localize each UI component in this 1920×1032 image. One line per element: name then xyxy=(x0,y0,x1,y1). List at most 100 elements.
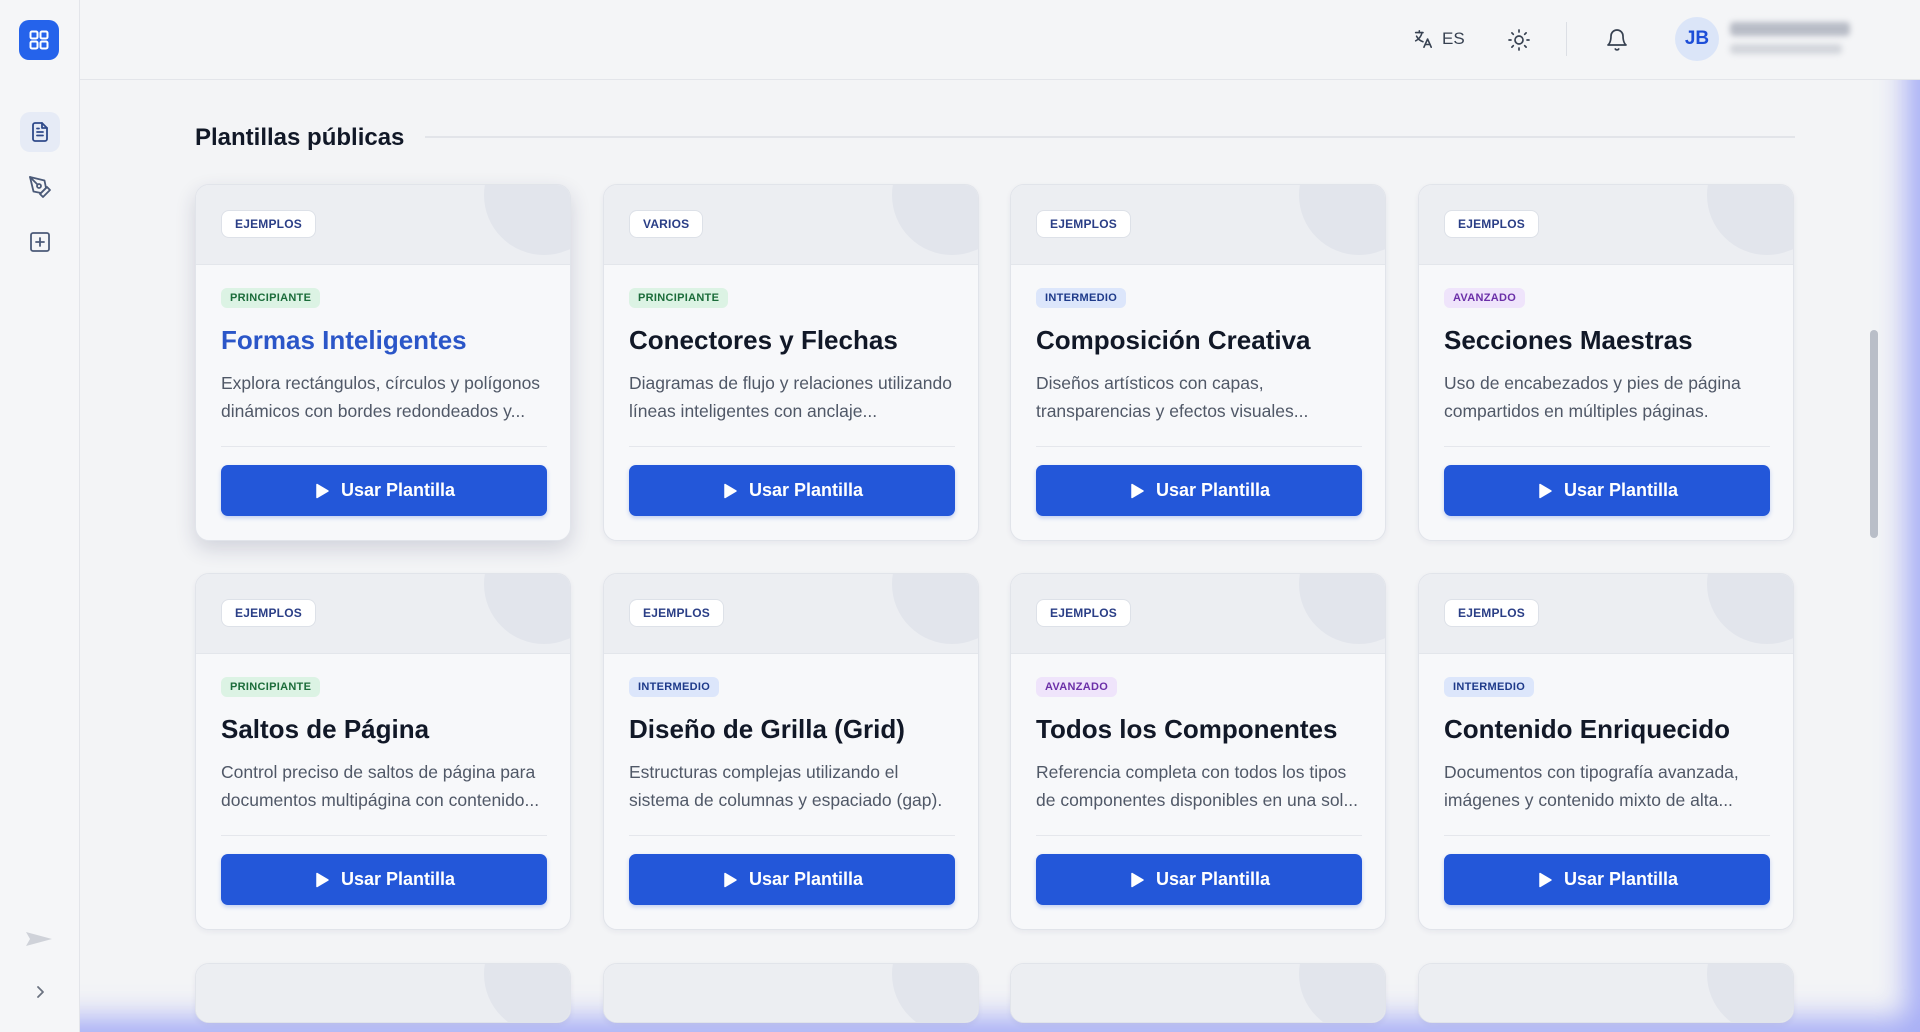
section-divider xyxy=(425,136,1795,138)
decorative-circle xyxy=(484,574,570,644)
use-template-label: Usar Plantilla xyxy=(1155,480,1271,500)
card-header: EJEMPLOS xyxy=(1419,574,1793,654)
card-header: EJEMPLOS xyxy=(196,185,570,265)
decorative-circle xyxy=(1707,574,1793,644)
template-card[interactable]: EJEMPLOS INTERMEDIO Composición Creativa… xyxy=(1010,184,1386,541)
card-description-line: documentos multipágina con contenido... xyxy=(221,790,540,810)
send-icon[interactable] xyxy=(24,928,54,950)
card-title[interactable]: Formas Inteligentes xyxy=(221,325,467,356)
app-logo[interactable] xyxy=(19,20,59,60)
template-card[interactable]: VARIOS PRINCIPIANTE Conectores y Flechas… xyxy=(603,184,979,541)
use-template-button[interactable]: Usar Plantilla xyxy=(1036,465,1362,516)
card-header: EJEMPLOS xyxy=(1011,185,1385,265)
play-icon xyxy=(316,872,329,887)
card-title[interactable]: Contenido Enriquecido xyxy=(1444,714,1730,745)
card-description: Control preciso de saltos de página para… xyxy=(221,758,547,814)
sidebar-item-documents[interactable] xyxy=(20,112,60,152)
card-description-line: líneas inteligentes con anclaje... xyxy=(629,401,878,421)
decorative-circle xyxy=(1707,185,1793,255)
card-description-line: Control preciso de saltos de página para xyxy=(221,762,536,782)
card-description-line: Referencia completa con todos los tipos xyxy=(1036,762,1347,782)
decorative-circle xyxy=(892,185,978,255)
template-card-partial xyxy=(195,963,571,1023)
use-template-button[interactable]: Usar Plantilla xyxy=(629,465,955,516)
sun-icon[interactable] xyxy=(1507,28,1531,52)
level-badge: PRINCIPIANTE xyxy=(221,288,321,308)
user-info-redacted[interactable] xyxy=(1730,22,1850,54)
category-badge: EJEMPLOS xyxy=(1444,599,1539,627)
category-badge: EJEMPLOS xyxy=(629,599,724,627)
use-template-label: Usar Plantilla xyxy=(1563,480,1679,500)
card-description: Diseños artísticos con capas, transparen… xyxy=(1036,369,1362,425)
pen-tool-icon xyxy=(29,176,51,198)
decorative-circle xyxy=(1299,185,1385,255)
card-divider xyxy=(1444,446,1770,447)
use-template-button[interactable]: Usar Plantilla xyxy=(1444,465,1770,516)
card-title[interactable]: Conectores y Flechas xyxy=(629,325,898,356)
decorative-circle xyxy=(1299,574,1385,644)
template-card[interactable]: EJEMPLOS AVANZADO Todos los Componentes … xyxy=(1010,573,1386,930)
card-description: Referencia completa con todos los tipos … xyxy=(1036,758,1362,814)
use-template-label: Usar Plantilla xyxy=(1563,869,1679,889)
level-badge: INTERMEDIO xyxy=(1444,677,1535,697)
category-badge: VARIOS xyxy=(629,210,704,238)
card-description-line: dinámicos con bordes redondeados y... xyxy=(221,401,526,421)
card-description-line: Diseños artísticos con capas, xyxy=(1036,373,1264,393)
level-badge: PRINCIPIANTE xyxy=(629,288,729,308)
plus-square-icon xyxy=(30,232,50,252)
use-template-label: Usar Plantilla xyxy=(340,869,456,889)
language-switcher[interactable]: ES xyxy=(1412,28,1465,50)
sidebar xyxy=(0,0,80,1032)
decorative-circle xyxy=(892,574,978,644)
sidebar-item-new[interactable] xyxy=(20,222,60,262)
use-template-label: Usar Plantilla xyxy=(748,869,864,889)
template-card-partial xyxy=(1418,963,1794,1023)
level-badge: INTERMEDIO xyxy=(629,677,720,697)
card-description-line: imágenes y contenido mixto de alta... xyxy=(1444,790,1733,810)
play-icon xyxy=(1539,483,1552,498)
use-template-button[interactable]: Usar Plantilla xyxy=(1036,854,1362,905)
grid-icon xyxy=(29,30,49,50)
use-template-button[interactable]: Usar Plantilla xyxy=(629,854,955,905)
play-icon xyxy=(316,483,329,498)
card-title[interactable]: Diseño de Grilla (Grid) xyxy=(629,714,905,745)
use-template-button[interactable]: Usar Plantilla xyxy=(221,854,547,905)
template-card[interactable]: EJEMPLOS INTERMEDIO Contenido Enriquecid… xyxy=(1418,573,1794,930)
chevron-right-icon[interactable] xyxy=(30,982,50,1002)
card-description-line: Estructuras complejas utilizando el xyxy=(629,762,899,782)
card-divider xyxy=(1036,835,1362,836)
user-avatar[interactable]: JB xyxy=(1675,17,1719,61)
card-title[interactable]: Composición Creativa xyxy=(1036,325,1311,356)
category-badge: EJEMPLOS xyxy=(1036,210,1131,238)
document-icon xyxy=(32,122,48,142)
use-template-button[interactable]: Usar Plantilla xyxy=(1444,854,1770,905)
use-template-label: Usar Plantilla xyxy=(748,480,864,500)
card-title[interactable]: Secciones Maestras xyxy=(1444,325,1693,356)
card-divider xyxy=(1036,446,1362,447)
use-template-button[interactable]: Usar Plantilla xyxy=(221,465,547,516)
template-card[interactable]: EJEMPLOS INTERMEDIO Diseño de Grilla (Gr… xyxy=(603,573,979,930)
template-card[interactable]: EJEMPLOS PRINCIPIANTE Saltos de Página C… xyxy=(195,573,571,930)
card-description: Diagramas de flujo y relaciones utilizan… xyxy=(629,369,955,425)
category-badge: EJEMPLOS xyxy=(1444,210,1539,238)
card-description: Estructuras complejas utilizando el sist… xyxy=(629,758,955,814)
card-divider xyxy=(221,446,547,447)
card-title[interactable]: Saltos de Página xyxy=(221,714,429,745)
language-label: ES xyxy=(1442,29,1465,48)
template-card[interactable]: EJEMPLOS AVANZADO Secciones Maestras Uso… xyxy=(1418,184,1794,541)
top-header: ES JB xyxy=(80,0,1920,80)
card-divider xyxy=(221,835,547,836)
card-description-line: Diagramas de flujo y relaciones utilizan… xyxy=(629,373,952,393)
card-header: VARIOS xyxy=(604,185,978,265)
category-badge: EJEMPLOS xyxy=(221,210,316,238)
scrollbar-thumb[interactable] xyxy=(1870,330,1878,538)
card-description: Uso de encabezados y pies de página comp… xyxy=(1444,369,1770,425)
template-card[interactable]: EJEMPLOS PRINCIPIANTE Formas Inteligente… xyxy=(195,184,571,541)
bell-icon[interactable] xyxy=(1605,28,1629,52)
sidebar-item-design[interactable] xyxy=(20,167,60,207)
card-description-line: compartidos en múltiples páginas. xyxy=(1444,401,1709,421)
card-title[interactable]: Todos los Componentes xyxy=(1036,714,1337,745)
play-icon xyxy=(724,483,737,498)
level-badge: AVANZADO xyxy=(1036,677,1118,697)
category-badge: EJEMPLOS xyxy=(221,599,316,627)
